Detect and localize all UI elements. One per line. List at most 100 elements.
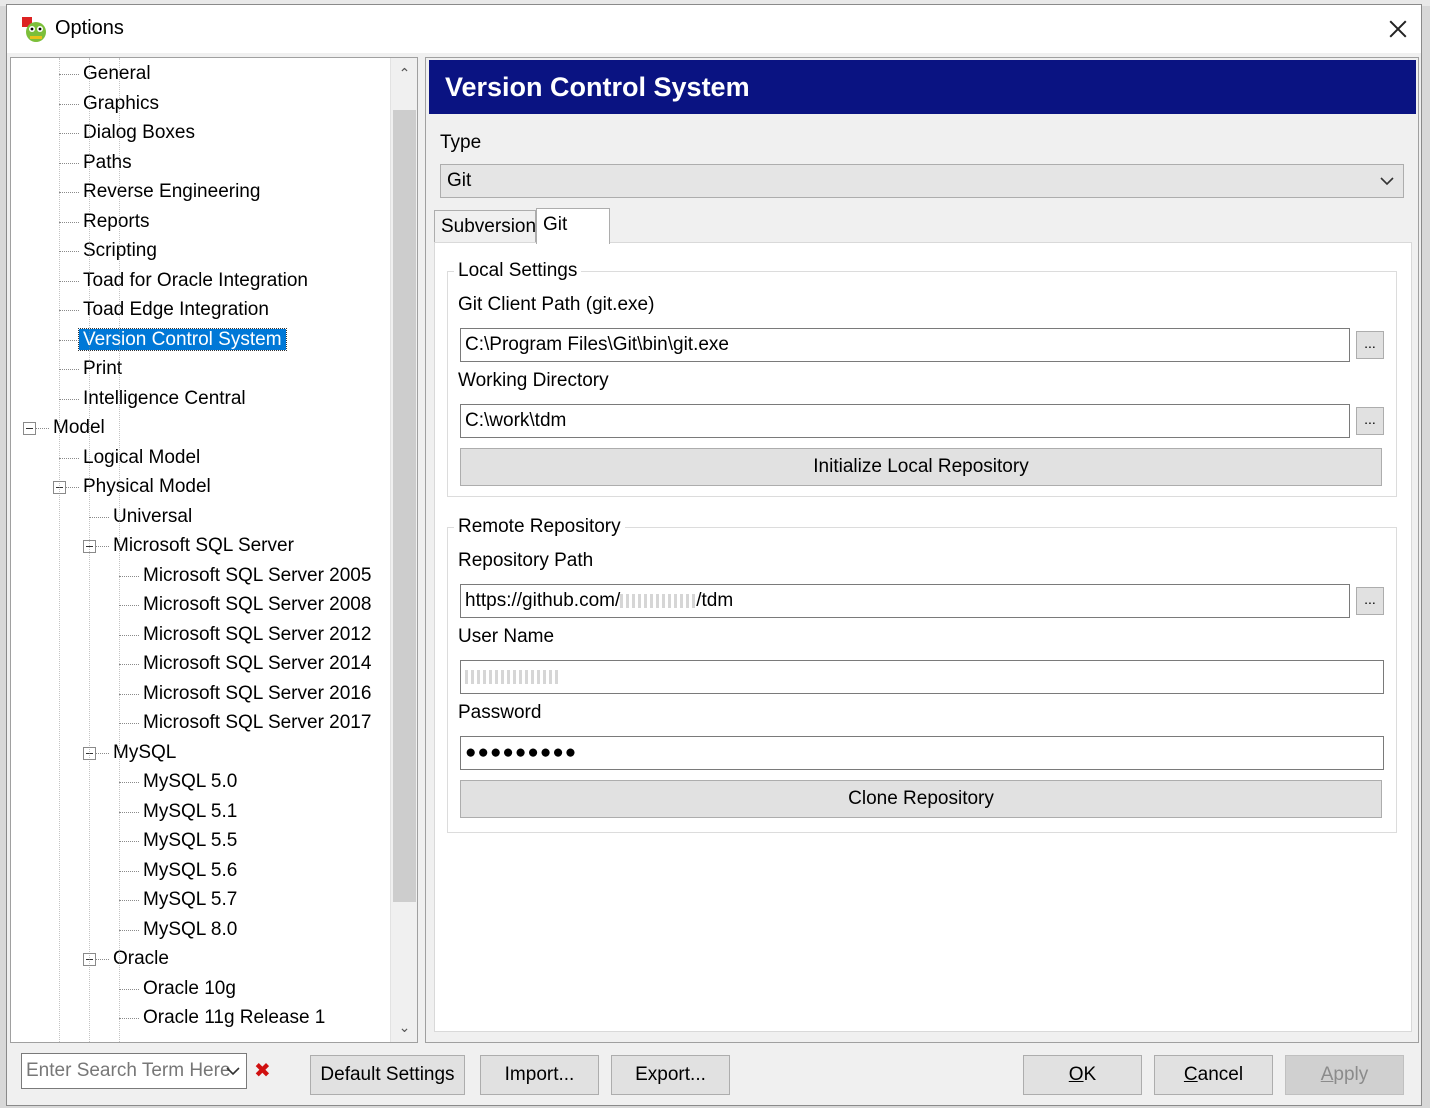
tree-guide-line	[119, 58, 120, 1042]
tree-item[interactable]: Paths	[79, 149, 136, 177]
tree-item[interactable]: Dialog Boxes	[79, 119, 199, 147]
tree-item-label: MySQL 5.7	[143, 889, 238, 910]
tree-item-label: Logical Model	[83, 446, 201, 468]
user-name-input[interactable]	[460, 660, 1384, 694]
tree-item[interactable]: Logical Model	[79, 444, 204, 472]
tree-item[interactable]: Reports	[79, 208, 154, 236]
password-label: Password	[458, 702, 542, 723]
password-input[interactable]: ●●●●●●●●●	[460, 736, 1384, 770]
title-bar: Options	[7, 5, 1421, 53]
tree-item-label: Intelligence Central	[83, 387, 246, 409]
tree-connector	[119, 988, 139, 990]
tree-item-label: Microsoft SQL Server 2014	[143, 653, 372, 674]
tree-item-label: Toad Edge Integration	[83, 299, 269, 320]
scroll-thumb[interactable]	[393, 110, 416, 902]
tree-item[interactable]: Microsoft SQL Server 2012	[139, 621, 375, 649]
clone-repository-button[interactable]: Clone Repository	[460, 780, 1382, 818]
tree-item[interactable]: MySQL 8.0	[139, 916, 241, 944]
tree-connector	[59, 251, 79, 252]
remote-repository-group: Remote Repository Repository Path https:…	[447, 516, 1397, 833]
tree-item[interactable]: General	[79, 60, 155, 88]
tree-connector	[59, 162, 79, 164]
tree-item[interactable]: Oracle 10g	[139, 975, 240, 1003]
tree-item-label: Reverse Engineering	[83, 181, 261, 202]
scroll-up-arrow-icon[interactable]: ⌃	[391, 60, 417, 86]
tree-item-label: General	[83, 63, 151, 84]
tree-connector	[119, 693, 139, 695]
tree-item[interactable]: Microsoft SQL Server 2014	[139, 650, 375, 678]
search-input[interactable]: Enter Search Term Here	[21, 1053, 247, 1089]
tree-item-label: Microsoft SQL Server 2017	[143, 712, 372, 733]
tree-connector	[119, 841, 139, 842]
tree-connector	[59, 457, 79, 459]
ok-button[interactable]: OK	[1023, 1055, 1142, 1095]
local-settings-title: Local Settings	[454, 260, 582, 282]
chevron-down-icon[interactable]	[224, 1054, 242, 1088]
tree-item[interactable]: Reverse Engineering	[79, 178, 264, 206]
initialize-local-repository-button[interactable]: Initialize Local Repository	[460, 448, 1382, 486]
tree-item[interactable]: Version Control System	[78, 326, 287, 354]
tree-item[interactable]: Microsoft SQL Server 2005	[139, 562, 375, 590]
working-directory-input[interactable]: C:\work\tdm	[460, 404, 1350, 438]
tree-item[interactable]: Universal	[109, 503, 196, 531]
tree-item[interactable]: Physical Model	[79, 473, 215, 501]
tree-item[interactable]: MySQL 5.6	[139, 857, 241, 885]
tree-connector	[119, 575, 139, 577]
tree-item[interactable]: Toad for Oracle Integration	[79, 267, 312, 295]
tree-item[interactable]: Graphics	[79, 90, 163, 118]
repository-path-suffix: /tdm	[696, 590, 734, 611]
export-button[interactable]: Export...	[611, 1055, 730, 1095]
import-button[interactable]: Import...	[480, 1055, 599, 1095]
tree-guide-line	[59, 58, 60, 1042]
tree-connector	[119, 634, 139, 636]
ok-label: K	[1083, 1064, 1097, 1085]
browse-client-path-button[interactable]: ...	[1356, 331, 1384, 359]
tree-item-label: Model	[53, 417, 105, 438]
close-button[interactable]	[1373, 5, 1421, 53]
tree-item[interactable]: MySQL 5.7	[139, 886, 241, 914]
tab-git[interactable]: Git	[536, 208, 610, 244]
tree-item[interactable]: MySQL 5.1	[139, 798, 241, 826]
apply-button[interactable]: Apply	[1285, 1055, 1404, 1095]
tree-connector	[119, 1018, 139, 1019]
tree-connector	[119, 664, 139, 665]
collapse-icon[interactable]	[23, 422, 36, 435]
tree-item[interactable]: Microsoft SQL Server	[109, 532, 298, 560]
tree-item[interactable]: MySQL 5.5	[139, 827, 241, 855]
tree-item[interactable]: Intelligence Central	[79, 385, 250, 413]
tree-item[interactable]: Microsoft SQL Server 2017	[139, 709, 375, 737]
settings-panel: Version Control System Type Git Subversi…	[425, 57, 1419, 1043]
app-icon	[22, 17, 46, 42]
remote-repository-title: Remote Repository	[454, 516, 625, 538]
browse-repository-path-button[interactable]: ...	[1356, 587, 1384, 615]
type-select[interactable]: Git	[440, 164, 1404, 198]
tree-connector	[59, 74, 79, 75]
tree-connector	[59, 133, 79, 134]
scroll-down-arrow-icon[interactable]: ⌄	[391, 1014, 417, 1040]
tree-connector	[119, 605, 139, 606]
tree-item-label: Microsoft SQL Server 2008	[143, 594, 372, 615]
redacted-user-name	[465, 669, 561, 684]
tree-item[interactable]: Oracle 11g Release 1	[139, 1004, 329, 1032]
cancel-button[interactable]: Cancel	[1154, 1055, 1273, 1095]
git-client-path-input[interactable]: C:\Program Files\Git\bin\git.exe	[460, 328, 1350, 362]
tree-connector	[119, 929, 139, 931]
local-settings-group: Local Settings Git Client Path (git.exe)…	[447, 260, 1397, 497]
tree-item-label: MySQL 8.0	[143, 918, 238, 940]
ok-mnemonic: O	[1068, 1064, 1084, 1085]
options-tree[interactable]: General Graphics Dialog Boxes Paths Reverse …	[10, 57, 418, 1043]
clear-search-icon[interactable]: ✖	[254, 1061, 274, 1081]
repository-path-input[interactable]: https://github.com/ /tdm	[460, 584, 1350, 618]
tree-item[interactable]: Toad Edge Integration	[79, 296, 273, 324]
tab-subversion[interactable]: Subversion	[434, 210, 536, 242]
tree-scrollbar[interactable]: ⌃ ⌄	[390, 58, 417, 1042]
tree-item[interactable]: Microsoft SQL Server 2008	[139, 591, 375, 619]
browse-working-directory-button[interactable]: ...	[1356, 407, 1384, 435]
tree-item[interactable]: Model	[49, 414, 109, 442]
tree-connector	[59, 310, 79, 311]
default-settings-button[interactable]: Default Settings	[310, 1055, 465, 1095]
tree-item[interactable]: MySQL 5.0	[139, 768, 241, 796]
tree-item[interactable]: Microsoft SQL Server 2016	[139, 680, 375, 708]
apply-mnemonic: A	[1320, 1064, 1334, 1085]
tree-item-label: Microsoft SQL Server 2016	[143, 682, 372, 704]
